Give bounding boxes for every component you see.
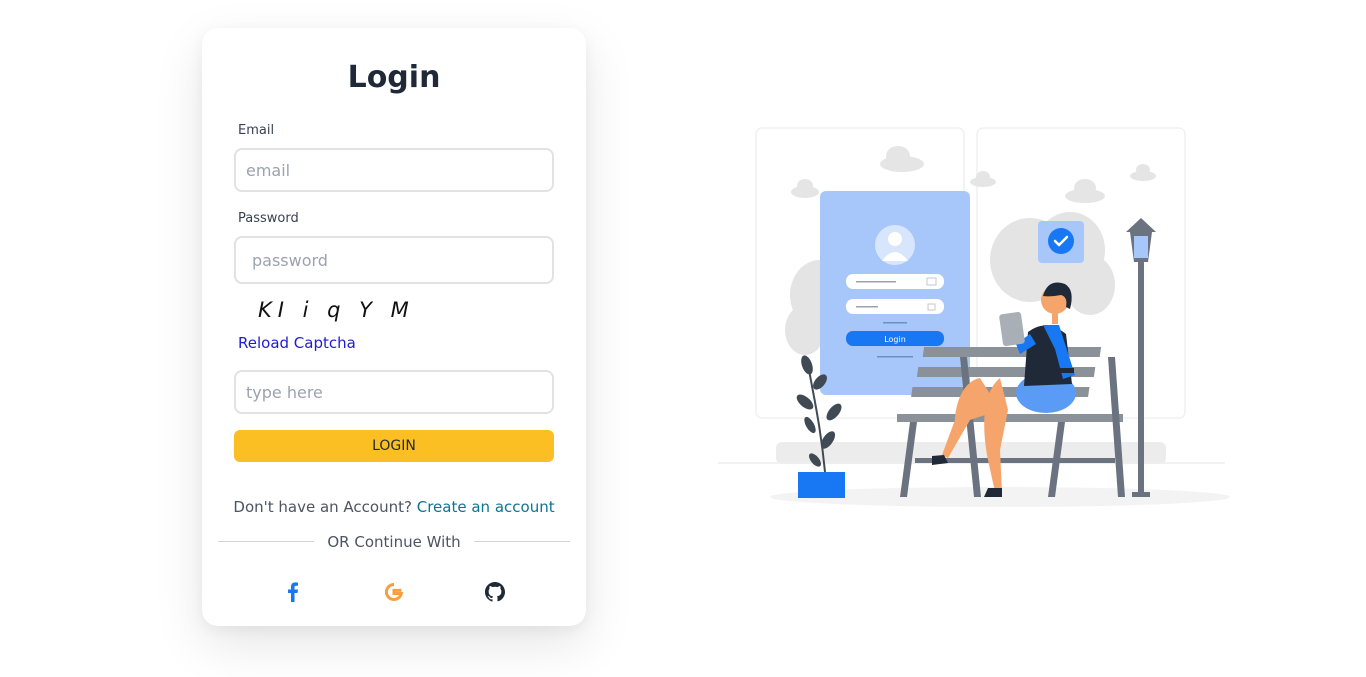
facebook-icon (288, 582, 298, 602)
login-button[interactable]: LOGIN (234, 430, 554, 462)
reload-captcha-link[interactable]: Reload Captcha (238, 334, 356, 352)
password-field[interactable]: password (234, 236, 554, 284)
github-icon (485, 582, 505, 602)
illustration-password-text (856, 306, 878, 308)
google-icon (384, 582, 404, 601)
lamp-cap (1126, 218, 1156, 232)
password-placeholder: password (252, 250, 328, 270)
lamp-base (1132, 492, 1150, 497)
password-label: Password (238, 211, 299, 226)
github-button[interactable] (483, 580, 507, 604)
create-account-link[interactable]: Create an account (417, 498, 555, 516)
plant-pot (798, 472, 845, 498)
email-label: Email (238, 123, 275, 138)
divider-right (474, 541, 570, 542)
illustration-login-label: Login (884, 335, 906, 344)
avatar-head (888, 232, 902, 246)
lamp-glass (1134, 236, 1148, 258)
captcha-text: KI i q Y M (258, 298, 415, 322)
illustration-forgot-link (883, 322, 907, 324)
email-field[interactable]: email (234, 148, 554, 192)
captcha-input[interactable]: type here (234, 370, 554, 414)
no-account-text: Don't have an Account? (233, 498, 412, 516)
lamp-post (1138, 258, 1144, 494)
login-illustration: Login (718, 127, 1230, 507)
login-title: Login (347, 60, 441, 95)
google-button[interactable] (382, 580, 406, 604)
check-circle-icon (1048, 228, 1074, 254)
captcha-placeholder: type here (246, 382, 323, 402)
facebook-button[interactable] (281, 580, 305, 604)
or-continue-text: OR Continue With (327, 533, 461, 551)
email-placeholder: email (246, 160, 291, 180)
illustration-signup-link (877, 356, 913, 358)
tablet-icon (999, 312, 1025, 346)
signup-prompt: Don't have an Account? Create an account (202, 498, 586, 516)
login-card: Login Email email Password password KI i… (202, 28, 586, 626)
illustration-login-card (820, 191, 970, 395)
illustration-email-text (856, 281, 896, 283)
